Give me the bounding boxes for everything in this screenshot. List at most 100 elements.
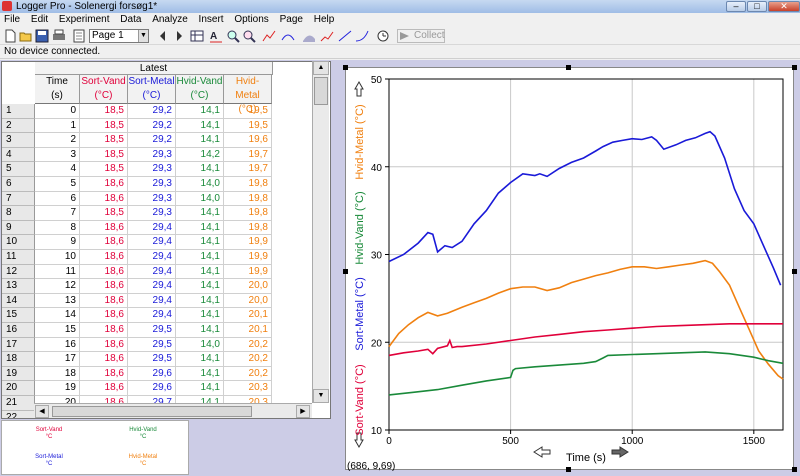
table-cell[interactable]: 19,7 [224,162,272,177]
table-cell[interactable]: 14,1 [176,293,224,309]
table-cell[interactable]: 10 [35,250,80,265]
table-cell[interactable]: 19,7 [224,147,272,163]
table-cell[interactable]: 20,0 [224,279,272,294]
resize-handle[interactable] [343,65,348,70]
row-header[interactable]: 13 [2,279,35,294]
table-cell[interactable]: 14,1 [176,381,224,396]
resize-handle[interactable] [343,269,348,274]
table-cell[interactable]: 29,4 [128,279,176,294]
legend-box[interactable]: Sort-Vand °C Hvid-Vand °C Sort-Metal °C Hvid-M… [1,420,189,475]
table-cell[interactable]: 18,6 [80,250,128,265]
row-header[interactable]: 3 [2,133,35,148]
table-cell[interactable]: 29,3 [128,206,176,221]
scroll-thumb[interactable] [314,77,328,105]
row-header[interactable]: 20 [2,381,35,396]
table-cell[interactable]: 18,6 [80,279,128,294]
menu-data[interactable]: Data [116,13,145,27]
table-cell[interactable]: 20,2 [224,366,272,382]
row-header[interactable]: 1 [2,104,35,119]
table-cell[interactable]: 14,0 [176,337,224,353]
row-header[interactable]: 21 [2,396,35,411]
table-cell[interactable]: 11 [35,264,80,280]
row-header[interactable]: 15 [2,308,35,323]
table-cell[interactable]: 18,5 [80,133,128,148]
integral-icon[interactable] [302,29,316,43]
new-file-icon[interactable] [3,29,17,43]
table-cell[interactable]: 9 [35,235,80,250]
table-cell[interactable]: 16 [35,337,80,353]
table-cell[interactable]: 18,6 [80,308,128,323]
table-cell[interactable]: 29,6 [128,366,176,382]
menu-page[interactable]: Page [276,13,307,27]
table-cell[interactable]: 14,1 [176,133,224,148]
zoom-out-icon[interactable] [242,29,256,43]
table-cell[interactable]: 14,1 [176,206,224,221]
column-header[interactable]: Sort-Metal (°C) [128,75,176,104]
linear-fit-icon[interactable] [338,29,352,43]
row-header[interactable]: 7 [2,191,35,207]
resize-handle[interactable] [792,467,797,472]
table-cell[interactable]: 14,1 [176,104,224,119]
table-cell[interactable]: 29,2 [128,104,176,119]
table-cell[interactable]: 13 [35,293,80,309]
scroll-left-icon[interactable]: ◀ [35,405,49,418]
table-cell[interactable]: 14,1 [176,162,224,177]
column-header[interactable]: Hvid-Metal (°C) [224,75,272,115]
table-cell[interactable]: 18 [35,366,80,382]
table-cell[interactable]: 14,1 [176,118,224,134]
table-cell[interactable]: 18,5 [80,162,128,177]
table-cell[interactable]: 14,1 [176,323,224,338]
row-header[interactable]: 4 [2,147,35,163]
curve-fit-icon[interactable] [355,29,369,43]
row-header[interactable]: 11 [2,250,35,265]
page-select[interactable]: Page 1 ▼ [89,29,149,43]
open-folder-icon[interactable] [19,29,33,43]
maximize-button[interactable]: □ [747,1,767,12]
table-cell[interactable]: 18,6 [80,220,128,236]
arrow-up-icon[interactable] [354,80,364,97]
table-cell[interactable]: 14,0 [176,177,224,192]
row-header[interactable]: 16 [2,323,35,338]
table-cell[interactable]: 29,2 [128,133,176,148]
arrow-left-icon[interactable] [533,446,551,458]
row-header[interactable]: 6 [2,177,35,192]
table-cell[interactable]: 20,0 [224,293,272,309]
table-cell[interactable]: 14,1 [176,352,224,367]
table-cell[interactable]: 18,6 [80,293,128,309]
table-cell[interactable]: 19,8 [224,191,272,207]
row-header[interactable]: 17 [2,337,35,353]
table-cell[interactable]: 29,5 [128,352,176,367]
menu-help[interactable]: Help [310,13,339,27]
table-cell[interactable]: 3 [35,147,80,163]
row-header[interactable]: 12 [2,264,35,280]
table-cell[interactable]: 29,3 [128,177,176,192]
row-header[interactable]: 10 [2,235,35,250]
table-cell[interactable]: 18,6 [80,235,128,250]
table-cell[interactable]: 14,1 [176,250,224,265]
table-cell[interactable]: 19,9 [224,235,272,250]
menu-analyze[interactable]: Analyze [148,13,192,27]
page-icon[interactable] [72,29,86,43]
table-cell[interactable]: 15 [35,323,80,338]
table-cell[interactable]: 29,4 [128,293,176,309]
table-cell[interactable]: 14,1 [176,235,224,250]
row-header[interactable]: 5 [2,162,35,177]
table-cell[interactable]: 18,6 [80,337,128,353]
table-cell[interactable]: 19,8 [224,206,272,221]
table-cell[interactable]: 14,1 [176,308,224,323]
table-cell[interactable]: 14,1 [176,366,224,382]
table-cell[interactable]: 18,6 [80,177,128,192]
save-icon[interactable] [35,29,49,43]
table-cell[interactable]: 29,3 [128,147,176,163]
table-cell[interactable]: 18,6 [80,323,128,338]
table-cell[interactable]: 20,3 [224,381,272,396]
table-cell[interactable]: 4 [35,162,80,177]
column-header[interactable]: Time (s) [35,75,80,104]
zoom-in-icon[interactable] [226,29,240,43]
table-cell[interactable]: 18,6 [80,381,128,396]
table-cell[interactable]: 19,8 [224,220,272,236]
series-line-hvid-metal[interactable] [388,259,784,380]
table-cell[interactable]: 20,2 [224,337,272,353]
table-cell[interactable]: 8 [35,220,80,236]
table-cell[interactable]: 20,2 [224,352,272,367]
